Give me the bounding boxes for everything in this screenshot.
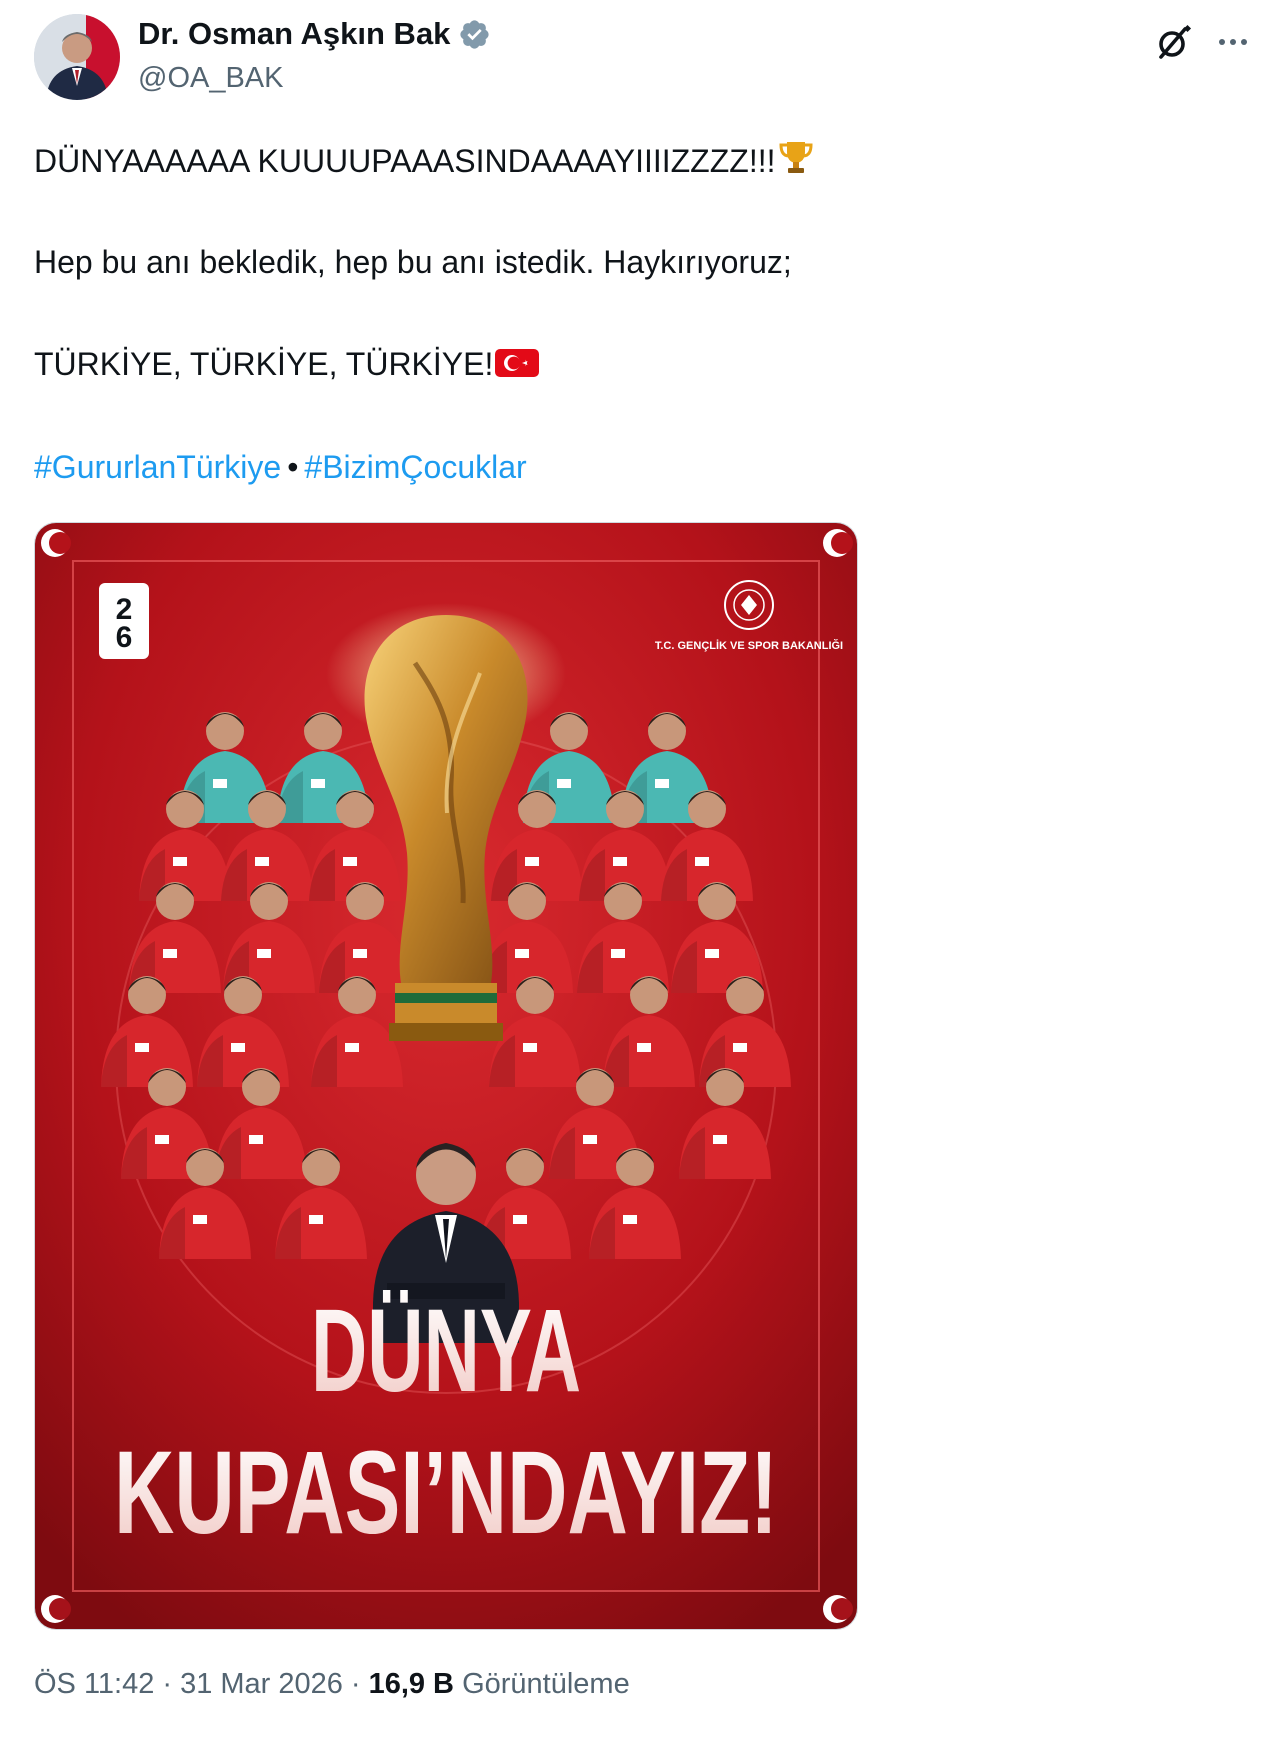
- turkey-flag-icon: [495, 347, 540, 388]
- poster-headline-line-1: DÜNYA: [311, 1285, 581, 1417]
- world-cup-2026-logo: 2 6: [99, 583, 149, 659]
- tweet-date-link[interactable]: 31 Mar 2026: [180, 1668, 343, 1700]
- author-name[interactable]: Dr. Osman Aşkın Bak: [138, 16, 450, 52]
- grok-icon[interactable]: [1152, 20, 1196, 64]
- ministry-logo-text: T.C. GENÇLİK VE SPOR BAKANLIĞI: [655, 639, 843, 652]
- meta-separator: ·: [162, 1668, 173, 1700]
- hashtag-link[interactable]: #GururlanTürkiye: [34, 449, 281, 485]
- more-options-icon[interactable]: [1208, 20, 1258, 64]
- author-avatar[interactable]: [34, 14, 120, 100]
- tweet-text-chant: TÜRKİYE, TÜRKİYE, TÜRKİYE!: [34, 346, 494, 382]
- meta-separator: ·: [350, 1668, 361, 1700]
- tweet-media-image[interactable]: 2 6 T.C. GENÇLİK VE SPOR BAKANLIĞI DÜNYA…: [34, 522, 858, 1630]
- hashtag-separator: •: [287, 449, 299, 485]
- tweet-time-link[interactable]: ÖS 11:42: [34, 1668, 154, 1700]
- poster-headline-line-2: KUPASI’NDAYIZ!: [114, 1427, 778, 1559]
- views-label: Görüntüleme: [462, 1668, 630, 1700]
- tweet: Dr. Osman Aşkın Bak @OA_BAK DÜNYAAAAAA K…: [0, 0, 1280, 1738]
- views-count: 16,9 B: [368, 1668, 455, 1700]
- hashtags: #GururlanTürkiye • #BizimÇocuklar: [34, 447, 527, 487]
- tweet-text-line-1: DÜNYAAAAAA KUUUUPAAASINDAAAAYIIIIZZZZ!!!: [34, 138, 815, 185]
- verified-badge-icon: [458, 18, 491, 51]
- author-handle[interactable]: @OA_BAK: [138, 62, 284, 95]
- author-name-row: Dr. Osman Aşkın Bak: [138, 16, 491, 52]
- tweet-meta: ÖS 11:42 · 31 Mar 2026 · 16,9 B Görüntüleme: [34, 1668, 630, 1701]
- trophy-icon: [777, 138, 815, 185]
- hashtag-link[interactable]: #BizimÇocuklar: [304, 449, 526, 485]
- svg-text:6: 6: [116, 621, 133, 654]
- tweet-text-headline: DÜNYAAAAAA KUUUUPAAASINDAAAAYIIIIZZZZ!!!: [34, 143, 776, 179]
- tweet-text-line-3: TÜRKİYE, TÜRKİYE, TÜRKİYE!: [34, 344, 540, 388]
- tweet-text-line-2: Hep bu anı bekledik, hep bu anı istedik.…: [34, 244, 792, 280]
